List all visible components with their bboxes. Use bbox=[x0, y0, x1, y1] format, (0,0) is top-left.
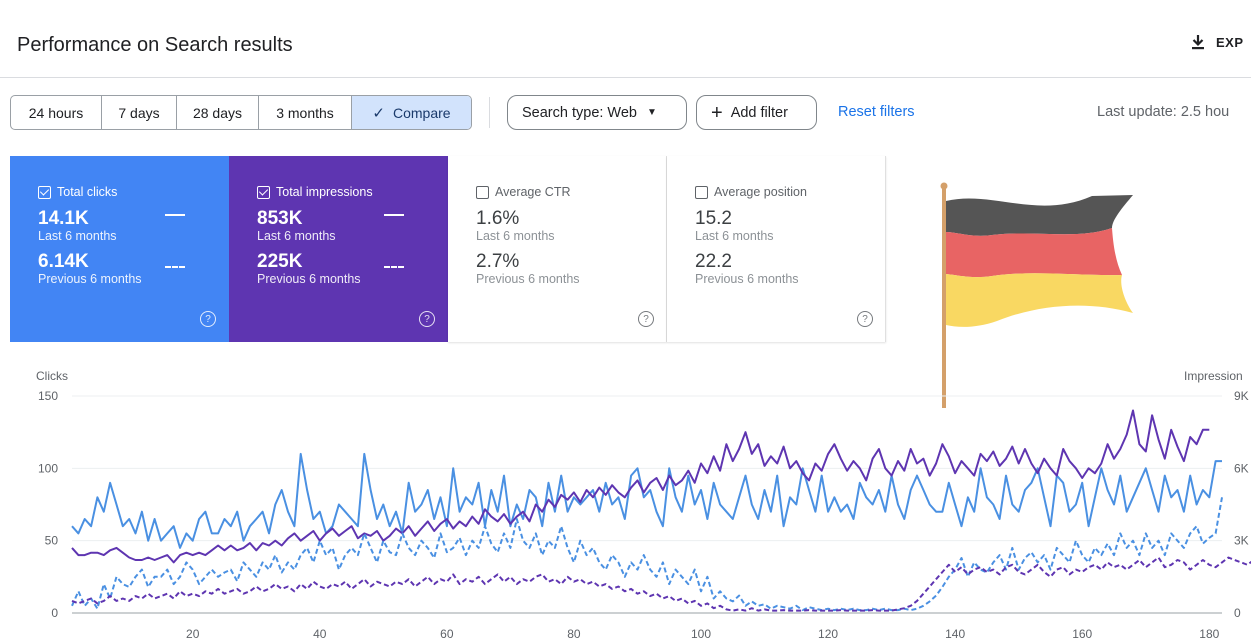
checkbox-icon[interactable] bbox=[476, 185, 489, 199]
right-axis-ticks: 0 3K 6K 9K bbox=[1234, 389, 1249, 620]
last-update-text: Last update: 2.5 hou bbox=[1097, 104, 1230, 120]
metric-current-value: 15.2 bbox=[695, 208, 732, 229]
metric-previous-period: Previous 6 months bbox=[476, 272, 580, 286]
y2-tick-label: 3K bbox=[1234, 534, 1249, 548]
solid-line-legend-icon bbox=[165, 214, 185, 216]
y2-tick-label: 6K bbox=[1234, 461, 1249, 475]
metric-previous-period: Previous 6 months bbox=[38, 272, 142, 286]
metric-current-value: 14.1K bbox=[38, 208, 89, 229]
chart-grid bbox=[72, 395, 1222, 614]
left-axis-ticks: 0 50 100 150 bbox=[38, 389, 58, 620]
dashed-line-legend-icon bbox=[165, 266, 185, 268]
page-header: Performance on Search results EXP bbox=[0, 0, 1251, 78]
date-option-label: Compare bbox=[392, 104, 451, 121]
download-icon bbox=[1192, 35, 1204, 50]
dashed-line-legend-icon bbox=[384, 266, 404, 268]
metric-current-value: 1.6% bbox=[476, 208, 520, 229]
search-type-label: Search type: Web bbox=[522, 104, 637, 121]
reset-filters-link[interactable]: Reset filters bbox=[838, 104, 915, 120]
y-tick-label: 150 bbox=[38, 389, 58, 403]
metric-previous-period: Previous 6 months bbox=[257, 272, 361, 286]
metric-previous-period: Previous 6 months bbox=[695, 272, 799, 286]
metric-current-period: Last 6 months bbox=[257, 229, 336, 243]
metric-previous-value: 22.2 bbox=[695, 251, 732, 272]
date-option-7-days[interactable]: 7 days bbox=[102, 96, 177, 129]
date-option-3-months[interactable]: 3 months bbox=[259, 96, 352, 129]
metric-label: Average CTR bbox=[495, 185, 571, 199]
flag-stripe-gold bbox=[946, 273, 1133, 327]
search-console-performance: { "header": { "title": "Performance on S… bbox=[0, 0, 1251, 642]
left-axis-title: Clicks bbox=[36, 369, 68, 383]
page-title: Performance on Search results bbox=[17, 34, 293, 56]
export-label: EXP bbox=[1216, 34, 1244, 50]
help-icon[interactable]: ? bbox=[857, 311, 873, 327]
y-tick-label: 100 bbox=[38, 461, 58, 475]
metric-card-total-impressions[interactable]: Total impressions 853K Last 6 months 225… bbox=[229, 156, 448, 342]
date-option-label: 24 hours bbox=[28, 104, 84, 121]
solid-line-legend-icon bbox=[384, 214, 404, 216]
add-filter-label: Add filter bbox=[730, 104, 788, 121]
chart-lines bbox=[71, 409, 1251, 612]
export-button[interactable]: EXP bbox=[1190, 34, 1244, 50]
help-icon[interactable]: ? bbox=[419, 311, 435, 327]
help-icon[interactable]: ? bbox=[638, 311, 654, 327]
x-tick-label: 180 bbox=[1199, 627, 1219, 641]
date-option-compare[interactable]: ✓ Compare bbox=[352, 96, 471, 129]
x-tick-label: 100 bbox=[691, 627, 711, 641]
metric-previous-value: 225K bbox=[257, 251, 303, 272]
metric-label: Average position bbox=[714, 185, 807, 199]
search-type-dropdown[interactable]: Search type: Web ▼ bbox=[507, 95, 687, 130]
flag-pole-top bbox=[940, 182, 948, 190]
y2-tick-label: 9K bbox=[1234, 389, 1249, 403]
metric-current-period: Last 6 months bbox=[38, 229, 117, 243]
y-tick-label: 50 bbox=[45, 534, 59, 548]
metric-current-value: 853K bbox=[257, 208, 303, 229]
x-tick-label: 20 bbox=[186, 627, 200, 641]
x-tick-label: 140 bbox=[945, 627, 965, 641]
flag-stripe-black bbox=[946, 195, 1133, 236]
date-range-selector: 24 hours 7 days 28 days 3 months ✓ Compar… bbox=[10, 95, 472, 130]
x-tick-label: 160 bbox=[1072, 627, 1092, 641]
caret-down-icon: ▼ bbox=[647, 107, 657, 118]
date-option-label: 3 months bbox=[276, 104, 334, 121]
metric-card-total-clicks[interactable]: Total clicks 14.1K Last 6 months 6.14K P… bbox=[10, 156, 229, 342]
help-icon[interactable]: ? bbox=[200, 311, 216, 327]
metric-label: Total impressions bbox=[276, 185, 373, 199]
checkbox-icon[interactable] bbox=[695, 185, 708, 199]
y-tick-label: 0 bbox=[51, 606, 58, 620]
date-option-label: 7 days bbox=[118, 104, 160, 121]
checkbox-icon[interactable] bbox=[257, 185, 270, 199]
right-axis-title: Impression bbox=[1184, 369, 1243, 383]
add-filter-button[interactable]: + Add filter bbox=[696, 95, 817, 130]
metric-current-period: Last 6 months bbox=[476, 229, 555, 243]
metric-previous-value: 6.14K bbox=[38, 251, 89, 272]
x-tick-label: 80 bbox=[567, 627, 581, 641]
metric-label: Total clicks bbox=[57, 185, 118, 199]
plus-icon: + bbox=[711, 101, 723, 124]
date-option-24-hours[interactable]: 24 hours bbox=[11, 96, 102, 129]
x-tick-label: 120 bbox=[818, 627, 838, 641]
x-axis-ticks: 20 40 60 80 100 120 140 160 180 bbox=[186, 627, 1220, 641]
series-line-impressions-previous bbox=[71, 556, 1251, 612]
metric-card-average-position[interactable]: Average position 15.2 Last 6 months 22.2… bbox=[667, 156, 886, 342]
check-icon: ✓ bbox=[372, 104, 385, 122]
y2-tick-label: 0 bbox=[1234, 606, 1241, 620]
metric-current-period: Last 6 months bbox=[695, 229, 774, 243]
date-option-28-days[interactable]: 28 days bbox=[177, 96, 259, 129]
checkbox-icon[interactable] bbox=[38, 185, 51, 199]
metric-card-average-ctr[interactable]: Average CTR 1.6% Last 6 months 2.7% Prev… bbox=[448, 156, 667, 342]
metric-previous-value: 2.7% bbox=[476, 251, 520, 272]
x-tick-label: 60 bbox=[440, 627, 454, 641]
divider bbox=[489, 97, 490, 128]
performance-chart: Clicks Impression 0 50 100 150 0 3K 6K 9K 20 40… bbox=[36, 369, 1251, 641]
date-option-label: 28 days bbox=[192, 104, 243, 121]
filter-bar: 24 hours 7 days 28 days 3 months ✓ Compar… bbox=[0, 86, 1251, 138]
x-tick-label: 40 bbox=[313, 627, 327, 641]
